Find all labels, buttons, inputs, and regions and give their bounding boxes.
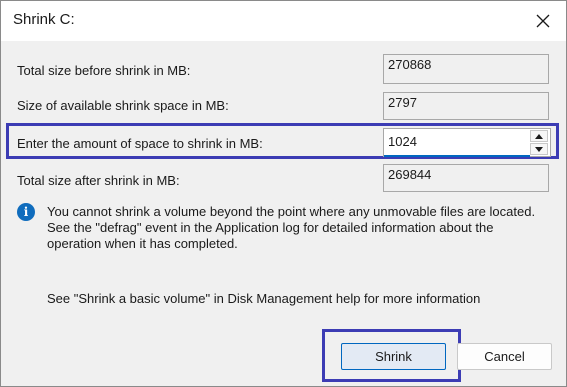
chevron-down-icon — [535, 146, 543, 152]
window-title: Shrink C: — [13, 11, 75, 28]
available-space-label: Size of available shrink space in MB: — [17, 98, 229, 113]
chevron-up-icon — [535, 133, 543, 139]
total-before-label: Total size before shrink in MB: — [17, 63, 191, 78]
shrink-dialog: Shrink C: Total size before shrink in MB… — [0, 0, 567, 387]
shrink-button[interactable]: Shrink — [341, 343, 446, 370]
shrink-amount-spinner[interactable]: 1024 — [383, 128, 551, 157]
info-line-3: operation when it has completed. — [47, 236, 238, 251]
close-button[interactable] — [520, 1, 566, 41]
total-before-value: 270868 — [383, 54, 549, 84]
help-text: See "Shrink a basic volume" in Disk Mana… — [47, 291, 481, 306]
amount-label: Enter the amount of space to shrink in M… — [17, 136, 263, 151]
close-icon — [536, 14, 550, 28]
info-icon: i — [17, 203, 35, 221]
cancel-button[interactable]: Cancel — [457, 343, 552, 370]
info-line-1: You cannot shrink a volume beyond the po… — [47, 204, 536, 219]
total-after-value: 269844 — [383, 164, 549, 192]
info-line-2: See the "defrag" event in the Applicatio… — [47, 220, 494, 235]
total-after-label: Total size after shrink in MB: — [17, 173, 180, 188]
shrink-amount-input[interactable]: 1024 — [388, 134, 417, 149]
available-space-value: 2797 — [383, 92, 549, 120]
title-bar: Shrink C: — [1, 1, 566, 41]
spin-up-button[interactable] — [530, 130, 548, 142]
input-focus-underline — [384, 155, 530, 157]
spin-down-button[interactable] — [530, 143, 548, 155]
